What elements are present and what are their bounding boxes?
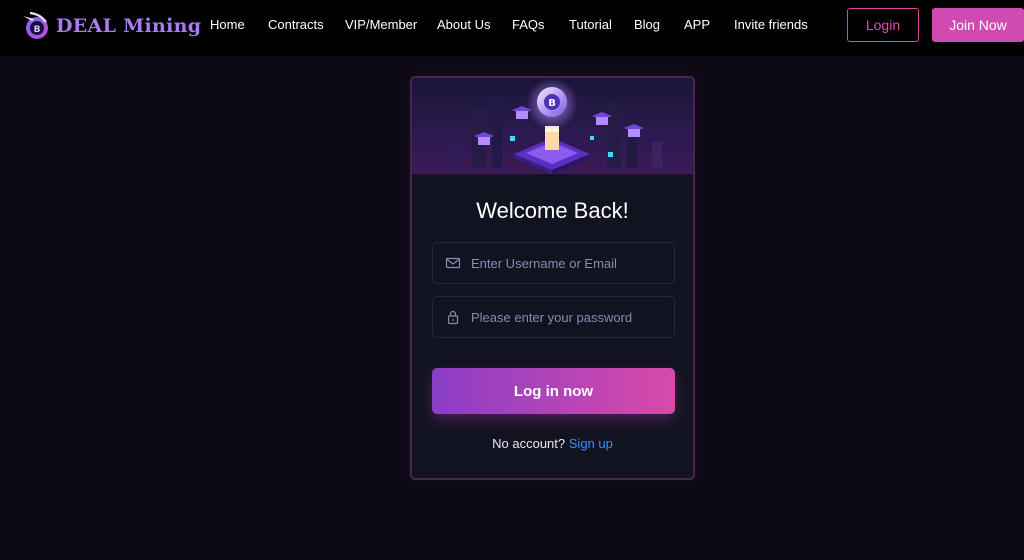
username-field[interactable]	[432, 242, 675, 284]
nav-tutorial[interactable]: Tutorial	[569, 17, 612, 32]
nav-faqs[interactable]: FAQs	[512, 17, 545, 32]
login-submit-button[interactable]: Log in now	[432, 368, 675, 414]
signup-link[interactable]: Sign up	[569, 436, 613, 451]
brand-logo[interactable]: B DEAL Mining	[20, 10, 201, 42]
brand-name: DEAL Mining	[56, 15, 202, 37]
svg-text:B: B	[34, 25, 41, 35]
password-input[interactable]	[471, 297, 671, 337]
mining-hero-illustration: B	[412, 78, 693, 174]
username-input[interactable]	[471, 243, 671, 283]
nav-contracts[interactable]: Contracts	[268, 17, 324, 32]
nav-invite-friends[interactable]: Invite friends	[734, 17, 808, 32]
svg-text:B: B	[548, 98, 556, 109]
login-card: B Welcome Back! Enter Username or Email …	[410, 76, 695, 480]
nav-vip-member[interactable]: VIP/Member	[345, 17, 417, 32]
signup-prompt: No account? Sign up	[412, 436, 693, 451]
header-join-button[interactable]: Join Now	[932, 8, 1024, 42]
lock-icon	[447, 310, 459, 325]
no-account-text: No account?	[492, 436, 566, 451]
top-navigation-bar: B DEAL Mining Home Contracts VIP/Member …	[0, 0, 1024, 56]
pickaxe-coin-icon: B	[23, 11, 48, 39]
nav-blog[interactable]: Blog	[634, 17, 660, 32]
nav-about-us[interactable]: About Us	[437, 17, 490, 32]
password-field[interactable]	[432, 296, 675, 338]
nav-home[interactable]: Home	[210, 17, 245, 32]
nav-app[interactable]: APP	[684, 17, 710, 32]
envelope-icon	[445, 257, 461, 269]
page-title: Welcome Back!	[476, 198, 629, 223]
bitcoin-mining-isometric-illustration: B	[450, 78, 662, 174]
header-login-button[interactable]: Login	[847, 8, 919, 42]
